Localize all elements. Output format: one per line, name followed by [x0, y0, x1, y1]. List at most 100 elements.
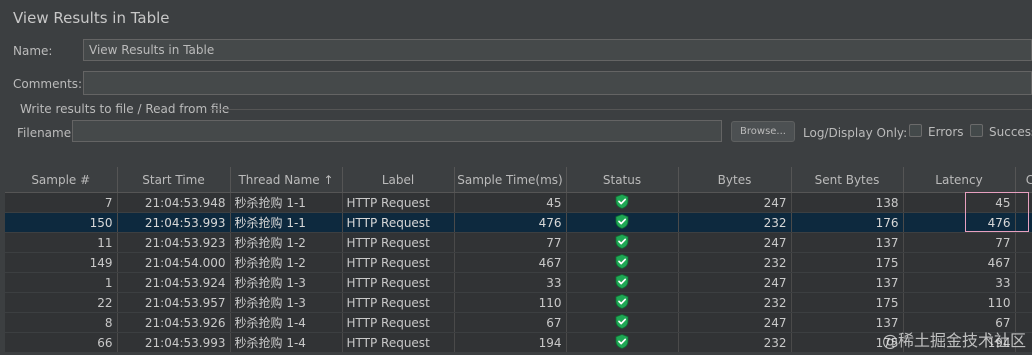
cell-connect [1015, 252, 1032, 273]
cell-bytes: 232 [678, 292, 792, 313]
table-row[interactable]: 7 21:04:53.948 秒杀抢购 1-1 HTTP Request 45 247 13… [5, 192, 1032, 213]
status-success-shield-icon [615, 333, 629, 352]
table-body: 7 21:04:53.948 秒杀抢购 1-1 HTTP Request 45 247 13… [5, 192, 1032, 353]
column-header-bytes[interactable]: Bytes [678, 167, 792, 193]
window-title: View Results in Table [13, 9, 170, 27]
column-header-sample[interactable]: Sample # [5, 167, 118, 193]
cell-sample-number: 149 [5, 252, 118, 273]
cell-connect [1015, 292, 1032, 313]
cell-thread-name: 秒杀抢购 1-3 [230, 272, 343, 293]
column-header-thread-name[interactable]: Thread Name ↑ [230, 167, 343, 193]
column-header-status[interactable]: Status [566, 167, 679, 193]
table-row[interactable]: 150 21:04:53.993 秒杀抢购 1-1 HTTP Request 476 23… [5, 212, 1032, 233]
cell-sample-number: 1 [5, 272, 118, 293]
cell-bytes: 247 [678, 192, 792, 213]
cell-label: HTTP Request [342, 192, 455, 213]
cell-bytes: 232 [678, 252, 792, 273]
cell-status [566, 272, 679, 293]
cell-connect [1015, 232, 1032, 253]
cell-start-time: 21:04:53.923 [117, 232, 231, 253]
write-results-group-title: Write results to file / Read from file [20, 102, 230, 116]
column-header-connect[interactable]: C [1015, 167, 1032, 193]
cell-latency: 467 [903, 252, 1016, 273]
cell-sample-time: 194 [454, 332, 567, 353]
cell-sample-time: 33 [454, 272, 567, 293]
browse-button[interactable]: Browse... [731, 121, 795, 142]
table-row[interactable]: 1 21:04:53.924 秒杀抢购 1-3 HTTP Request 33 247 13… [5, 272, 1032, 293]
column-header-sample-time[interactable]: Sample Time(ms) [454, 167, 567, 193]
cell-sample-time: 476 [454, 212, 567, 233]
comments-label: Comments: [13, 77, 83, 91]
status-success-shield-icon [615, 253, 629, 272]
cell-sent-bytes: 138 [791, 192, 904, 213]
cell-thread-name: 秒杀抢购 1-2 [230, 252, 343, 273]
table-row[interactable]: 22 21:04:53.957 秒杀抢购 1-3 HTTP Request 110 232… [5, 292, 1032, 313]
table-row[interactable]: 149 21:04:54.000 秒杀抢购 1-2 HTTP Request 467 23… [5, 252, 1032, 273]
table-row[interactable]: 8 21:04:53.926 秒杀抢购 1-4 HTTP Request 67 247 13… [5, 312, 1032, 333]
cell-sample-number: 8 [5, 312, 118, 333]
cell-bytes: 232 [678, 332, 792, 353]
cell-thread-name: 秒杀抢购 1-4 [230, 332, 343, 353]
table-row[interactable]: 66 21:04:53.993 秒杀抢购 1-4 HTTP Request 194 232… [5, 332, 1032, 353]
cell-thread-name: 秒杀抢购 1-1 [230, 212, 343, 233]
cell-start-time: 21:04:54.000 [117, 252, 231, 273]
cell-sample-time: 77 [454, 232, 567, 253]
cell-sample-time: 110 [454, 292, 567, 313]
cell-sample-number: 7 [5, 192, 118, 213]
cell-thread-name: 秒杀抢购 1-1 [230, 192, 343, 213]
cell-sample-number: 150 [5, 212, 118, 233]
cell-latency: 110 [903, 292, 1016, 313]
cell-status [566, 312, 679, 333]
cell-label: HTTP Request [342, 252, 455, 273]
log-display-label: Log/Display Only: [803, 126, 908, 140]
column-header-sent-bytes[interactable]: Sent Bytes [791, 167, 904, 193]
column-header-start-time[interactable]: Start Time [117, 167, 231, 193]
cell-bytes: 247 [678, 232, 792, 253]
cell-bytes: 247 [678, 272, 792, 293]
status-success-shield-icon [615, 313, 629, 332]
successes-label: Successes [989, 125, 1032, 139]
results-table: Sample # Start Time Thread Name ↑ Label … [5, 167, 1032, 355]
cell-sample-number: 66 [5, 332, 118, 353]
column-header-latency[interactable]: Latency [903, 167, 1016, 193]
cell-start-time: 21:04:53.926 [117, 312, 231, 333]
cell-sent-bytes: 137 [791, 232, 904, 253]
successes-checkbox[interactable] [970, 124, 983, 137]
cell-status [566, 332, 679, 353]
filename-field[interactable] [72, 120, 722, 142]
cell-sent-bytes: 175 [791, 292, 904, 313]
cell-sample-number: 22 [5, 292, 118, 313]
column-header-label[interactable]: Label [342, 167, 455, 193]
cell-start-time: 21:04:53.924 [117, 272, 231, 293]
cell-start-time: 21:04:53.948 [117, 192, 231, 213]
cell-label: HTTP Request [342, 212, 455, 233]
cell-status [566, 212, 679, 233]
cell-sample-time: 467 [454, 252, 567, 273]
cell-status [566, 232, 679, 253]
cell-start-time: 21:04:53.957 [117, 292, 231, 313]
cell-sample-time: 45 [454, 192, 567, 213]
cell-status [566, 192, 679, 213]
comments-field[interactable] [83, 71, 1032, 95]
cell-label: HTTP Request [342, 272, 455, 293]
cell-latency: 33 [903, 272, 1016, 293]
cell-label: HTTP Request [342, 332, 455, 353]
errors-checkbox[interactable] [909, 124, 922, 137]
table-row[interactable]: 11 21:04:53.923 秒杀抢购 1-2 HTTP Request 77 247 1… [5, 232, 1032, 253]
status-success-shield-icon [615, 193, 629, 212]
status-success-shield-icon [615, 293, 629, 312]
cell-sent-bytes: 176 [791, 212, 904, 233]
errors-label: Errors [928, 125, 964, 139]
latency-highlight-box [965, 192, 1029, 232]
cell-thread-name: 秒杀抢购 1-2 [230, 232, 343, 253]
status-success-shield-icon [615, 233, 629, 252]
cell-start-time: 21:04:53.993 [117, 212, 231, 233]
cell-latency: 77 [903, 232, 1016, 253]
cell-label: HTTP Request [342, 232, 455, 253]
filename-label: Filename [17, 126, 72, 140]
table-header: Sample # Start Time Thread Name ↑ Label … [5, 167, 1032, 193]
cell-label: HTTP Request [342, 292, 455, 313]
cell-sample-number: 11 [5, 232, 118, 253]
status-success-shield-icon [615, 273, 629, 292]
name-field[interactable]: View Results in Table [83, 39, 1032, 61]
